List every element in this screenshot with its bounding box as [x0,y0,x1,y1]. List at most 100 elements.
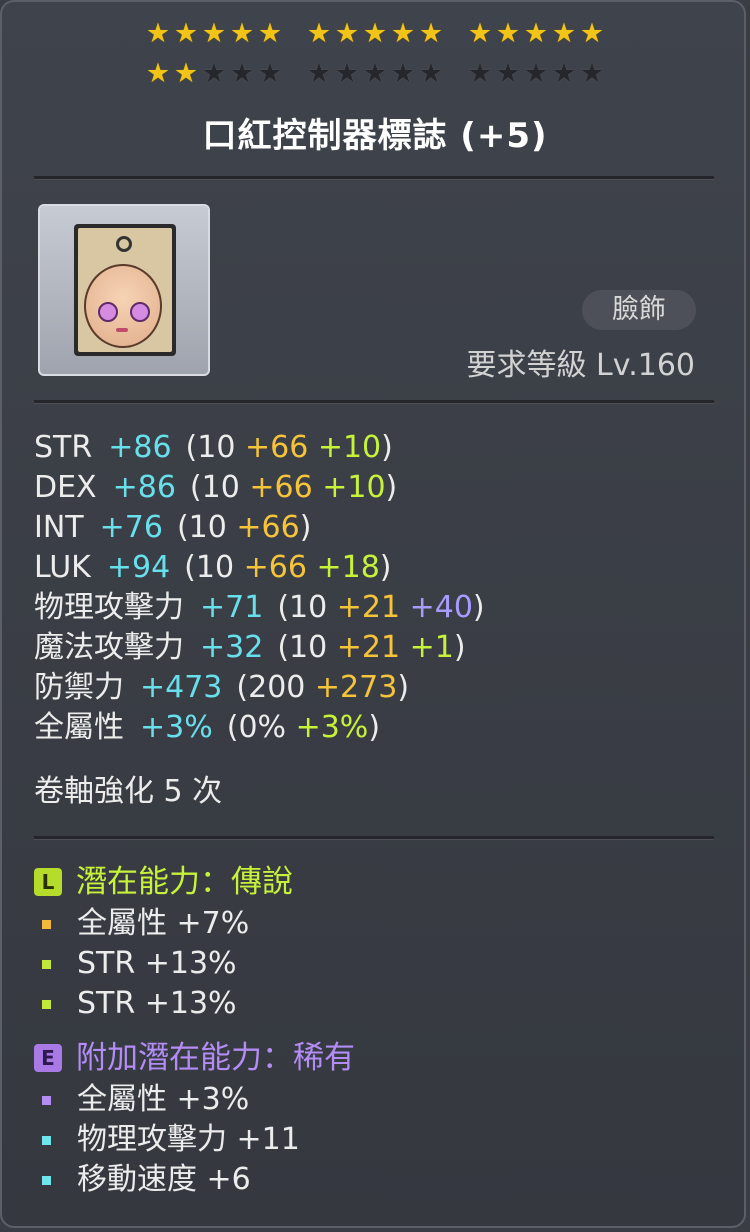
stat-row: LUK +94 (10 +66 +18) [34,548,392,588]
star-filled-icon: ★ [334,18,360,49]
stat-row: 魔法攻擊力 +32 (10 +21 +1) [34,628,466,668]
potential-grade-icon: L [34,868,62,896]
star-force-row-top: ★ ★ ★ ★ ★ ★ ★ ★ ★ ★ ★ ★ ★ ★ ★ [0,20,750,48]
stat-base: (0% [226,710,287,745]
potential-line-text: 全屬性 +3% [77,1082,250,1117]
required-level: 要求等級 Lv.160 [466,348,695,383]
divider [34,400,714,404]
lipstick-controller-badge-icon [74,224,176,356]
star-filled-icon: ★ [229,18,255,49]
stat-total: +86 [108,430,172,465]
potential-line: STR +13% [42,944,237,984]
stat-total: +32 [200,630,264,665]
stat-close-paren: ) [379,550,392,585]
potential-line: 全屬性 +3% [42,1080,249,1120]
star-empty-icon: ★ [418,58,444,89]
stat-label: LUK [34,550,91,585]
stat-bonus: +40 [409,590,473,625]
stat-close-paren: ) [299,510,312,545]
stat-total: +94 [106,550,171,585]
stat-total: +86 [112,470,176,505]
stat-close-paren: ) [453,630,466,665]
star-empty-icon: ★ [523,58,549,89]
potential-heading-text: 潛在能力：傳說 [76,864,293,900]
stat-label: DEX [34,470,97,505]
bullet-icon [42,959,51,969]
potential-grade-icon: E [34,1044,62,1072]
stat-row: STR +86 (10 +66 +10) [34,428,393,468]
stat-label: 物理攻擊力 [34,590,184,625]
star-group: ★ ★ ★ ★ ★ [306,60,445,88]
stat-base: (10 [184,550,235,585]
scroll-upgrade-count: 卷軸強化 5 次 [34,774,223,809]
stat-label: 防禦力 [34,670,124,705]
star-filled-icon: ★ [173,58,199,89]
bullet-icon [42,1095,51,1105]
star-group: ★ ★ ★ ★ ★ [306,20,445,48]
stat-bonus: +21 [336,590,401,625]
bullet-icon [42,1175,51,1185]
star-filled-icon: ★ [257,18,283,49]
stat-label: INT [34,510,84,545]
stat-base: (10 [189,470,240,505]
star-force-row-bottom: ★ ★ ★ ★ ★ ★ ★ ★ ★ ★ ★ ★ ★ ★ ★ [0,60,750,88]
stat-bonus: +21 [336,630,401,665]
star-empty-icon: ★ [390,58,416,89]
stat-bonus: +10 [317,430,382,465]
stat-row: 物理攻擊力 +71 (10 +21 +40) [34,588,485,628]
stat-total: +71 [200,590,264,625]
star-filled-icon: ★ [390,18,416,49]
stat-total: +76 [99,510,163,545]
star-empty-icon: ★ [551,58,577,89]
potential-line: 物理攻擊力 +11 [42,1120,300,1160]
stat-row: DEX +86 (10 +66 +10) [34,468,397,508]
star-filled-icon: ★ [467,18,493,49]
stat-base: (10 [176,510,227,545]
star-filled-icon: ★ [551,18,577,49]
stat-label: STR [34,430,93,465]
star-filled-icon: ★ [201,18,227,49]
bullet-icon [42,999,51,1009]
stat-bonus: +10 [322,470,386,505]
star-group: ★ ★ ★ ★ ★ [467,60,606,88]
star-empty-icon: ★ [306,58,332,89]
stat-row: 防禦力 +473 (200 +273) [34,668,409,708]
item-title: 口紅控制器標誌 (+5) [202,116,548,156]
stat-total: +3% [140,710,213,745]
potential-line: STR +13% [42,984,237,1024]
star-filled-icon: ★ [523,18,549,49]
stat-total: +473 [140,670,223,705]
stat-close-paren: ) [472,590,485,625]
stat-base: (10 [277,630,328,665]
stat-bonus: +18 [316,550,380,585]
potential-heading-text: 附加潛在能力：稀有 [76,1040,355,1076]
potential-heading: L 潛在能力：傳說 [34,862,293,902]
star-filled-icon: ★ [145,58,171,89]
potential-line-text: 物理攻擊力 +11 [77,1122,300,1157]
stat-close-paren: ) [381,430,393,465]
bullet-icon [42,919,51,929]
star-empty-icon: ★ [257,58,283,89]
stat-bonus: +1 [409,630,454,665]
potential-line-text: 全屬性 +7% [77,906,250,941]
stat-bonus: +66 [244,430,309,465]
bullet-icon [42,1135,51,1145]
star-empty-icon: ★ [201,58,227,89]
stat-base: (200 [236,670,306,705]
stat-bonus: +273 [314,670,398,705]
potential-heading: E 附加潛在能力：稀有 [34,1038,355,1078]
stat-bonus: +66 [236,510,300,545]
item-icon-frame [38,204,210,376]
stat-label: 魔法攻擊力 [34,630,184,665]
stat-bonus: +66 [249,470,313,505]
stat-label: 全屬性 [34,710,124,745]
divider [34,176,714,180]
stat-base: (10 [185,430,236,465]
star-filled-icon: ★ [418,18,444,49]
star-group: ★ ★ ★ ★ ★ [145,60,284,88]
potential-line: 移動速度 +6 [42,1160,251,1200]
star-empty-icon: ★ [467,58,493,89]
potential-line-text: STR +13% [77,946,237,981]
potential-line-text: 移動速度 +6 [77,1162,251,1197]
stat-row: INT +76 (10 +66) [34,508,311,548]
